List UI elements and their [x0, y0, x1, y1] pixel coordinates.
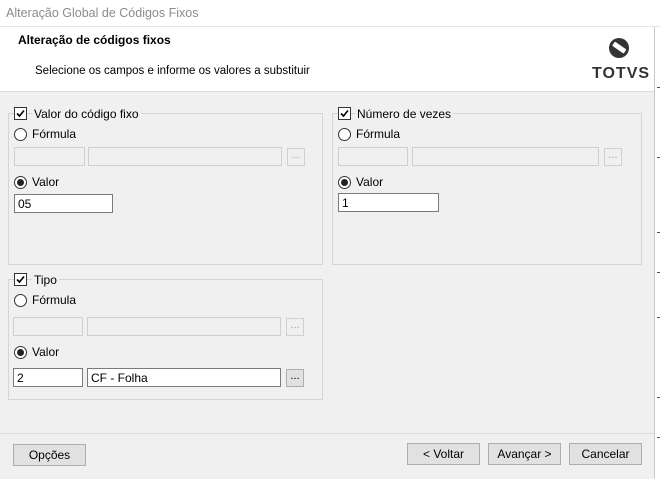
wizard-header: Alteração de códigos fixos Selecione os …: [0, 27, 654, 91]
options-button[interactable]: Opções: [13, 444, 86, 466]
numero-vezes-formula-label: Fórmula: [356, 127, 401, 141]
valor-codigo-formula-radio[interactable]: [14, 128, 27, 141]
valor-codigo-valor-radio[interactable]: [14, 176, 27, 189]
logo-text: TOTVS: [592, 65, 651, 82]
numero-vezes-checkbox[interactable]: [338, 107, 351, 120]
numero-vezes-formula-radio[interactable]: [338, 128, 351, 141]
tipo-formula-desc-field[interactable]: [87, 317, 281, 336]
numero-vezes-valor-label: Valor: [356, 175, 384, 189]
valor-codigo-formula-code-field[interactable]: [14, 147, 85, 166]
cancel-button[interactable]: Cancelar: [569, 443, 642, 465]
tipo-valor-radio[interactable]: [14, 346, 27, 359]
numero-vezes-formula-code-field[interactable]: [338, 147, 408, 166]
main-panel: Valor do código fixo Fórmula ... Valor 0…: [0, 91, 654, 434]
numero-vezes-label: Número de vezes: [355, 107, 454, 121]
valor-codigo-fixo-label: Valor do código fixo: [32, 107, 141, 121]
valor-codigo-fixo-checkbox[interactable]: [14, 107, 27, 120]
numero-vezes-valor-radio[interactable]: [338, 176, 351, 189]
numero-vezes-valor-input[interactable]: 1: [338, 193, 439, 212]
next-button[interactable]: Avançar >: [488, 443, 561, 465]
numero-vezes-formula-browse-button[interactable]: ...: [604, 148, 622, 166]
page-subtitle: Selecione os campos e informe os valores…: [35, 65, 310, 77]
tipo-formula-browse-button[interactable]: ...: [286, 318, 304, 336]
check-icon: [16, 275, 25, 284]
tipo-checkbox[interactable]: [14, 273, 27, 286]
tipo-valor-description-field[interactable]: CF - Folha: [87, 368, 281, 387]
wizard-footer: Opções < Voltar Avançar > Cancelar: [0, 433, 654, 479]
title-bar: Alteração Global de Códigos Fixos: [0, 0, 660, 27]
valor-codigo-formula-browse-button[interactable]: ...: [287, 148, 305, 166]
valor-codigo-valor-input[interactable]: 05: [14, 194, 113, 213]
numero-vezes-formula-desc-field[interactable]: [412, 147, 599, 166]
totvs-logo-icon: [609, 38, 629, 58]
back-button[interactable]: < Voltar: [407, 443, 480, 465]
check-icon: [16, 109, 25, 118]
tipo-formula-label: Fórmula: [32, 293, 77, 307]
valor-codigo-valor-label: Valor: [32, 175, 60, 189]
check-icon: [340, 109, 349, 118]
tipo-valor-browse-button[interactable]: ...: [286, 369, 304, 387]
totvs-logo: TOTVS: [590, 35, 650, 85]
page-title: Alteração de códigos fixos: [18, 33, 171, 47]
tipo-label: Tipo: [32, 273, 59, 287]
valor-codigo-formula-desc-field[interactable]: [88, 147, 282, 166]
tipo-valor-label: Valor: [32, 345, 60, 359]
window-title: Alteração Global de Códigos Fixos: [6, 6, 199, 20]
tipo-formula-radio[interactable]: [14, 294, 27, 307]
background-window-edge: [654, 27, 660, 478]
valor-codigo-formula-label: Fórmula: [32, 127, 77, 141]
tipo-valor-code-input[interactable]: 2: [13, 368, 83, 387]
tipo-formula-code-field[interactable]: [13, 317, 83, 336]
